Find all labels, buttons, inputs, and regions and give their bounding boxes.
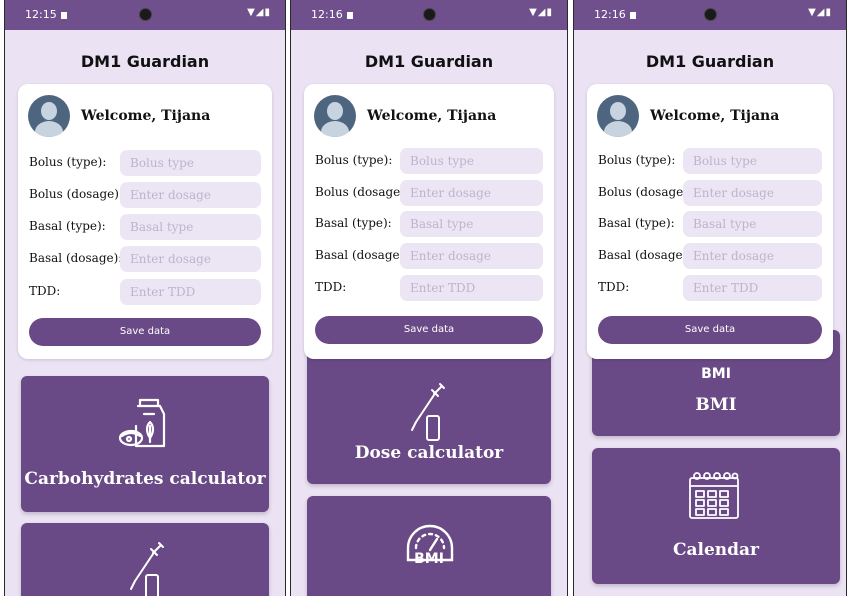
basal-dosage-row: Basal (dosage): Enter dosage xyxy=(29,246,261,272)
basal-dosage-input[interactable]: Enter dosage xyxy=(400,243,543,269)
syringe-icon xyxy=(130,542,164,596)
tdd-input[interactable]: Enter TDD xyxy=(120,279,261,305)
bmi-icon-text: BMI xyxy=(414,551,444,567)
field-label: TDD: xyxy=(598,280,630,294)
tile-label: Calendar xyxy=(672,540,760,560)
field-label: Bolus (dosage): xyxy=(598,185,692,199)
camera-icon xyxy=(423,8,436,21)
field-label: TDD: xyxy=(315,280,347,294)
profile-card: Welcome, Tijana Bolus (type): Bolus type… xyxy=(587,84,833,359)
welcome-text: Welcome, Tijana xyxy=(650,108,780,124)
avatar-icon xyxy=(28,95,70,137)
welcome-text: Welcome, Tijana xyxy=(81,108,211,124)
calendar-icon xyxy=(689,472,739,519)
profile-card: Welcome, Tijana Bolus (type): Bolus type… xyxy=(304,84,554,359)
status-bar: 12:16 ▼◢▮ xyxy=(291,0,567,30)
basal-dosage-row: Basal (dosage): Enter dosage xyxy=(315,243,543,269)
save-data-button[interactable]: Save data xyxy=(29,318,261,346)
status-bar: 12:16 ▼◢▮ xyxy=(574,0,846,30)
bolus-type-input[interactable]: Bolus type xyxy=(120,150,261,176)
status-bar: 12:15 ▼◢▮ xyxy=(5,0,285,30)
basal-dosage-row: Basal (dosage): Enter dosage xyxy=(598,243,822,269)
save-data-button[interactable]: Save data xyxy=(315,316,543,344)
tile-label: Carbohydrates calculator xyxy=(24,469,266,489)
syringe-icon xyxy=(411,383,445,441)
bolus-dosage-row: Bolus (dosage): Enter dosage xyxy=(598,180,822,206)
tdd-row: TDD: Enter TDD xyxy=(315,275,543,301)
app-title: DM1 Guardian xyxy=(364,52,494,71)
signal-battery-icon: ▼◢▮ xyxy=(529,7,553,18)
bolus-type-input[interactable]: Bolus type xyxy=(400,148,543,174)
field-label: Bolus (type): xyxy=(598,153,676,167)
phone-screen-2: 12:16 ▼◢▮ DM1 Guardian Dose calculator W… xyxy=(290,0,568,596)
basal-type-row: Basal (type): Basal type xyxy=(29,214,261,240)
tile-label: Dose calculator xyxy=(354,443,504,463)
bolus-dosage-input[interactable]: Enter dosage xyxy=(683,180,822,206)
bolus-type-input[interactable]: Bolus type xyxy=(683,148,822,174)
camera-icon xyxy=(704,8,717,21)
field-label: Basal (type): xyxy=(29,219,106,233)
app-title: DM1 Guardian xyxy=(645,52,775,71)
tdd-input[interactable]: Enter TDD xyxy=(683,275,822,301)
bmi-icon-text: BMI xyxy=(701,366,731,382)
bolus-type-row: Bolus (type): Bolus type xyxy=(315,148,543,174)
tdd-row: TDD: Enter TDD xyxy=(598,275,822,301)
welcome-text: Welcome, Tijana xyxy=(367,108,497,124)
tile-label: BMI xyxy=(695,395,737,415)
status-time: 12:15 xyxy=(25,8,67,21)
bmi-tile-partial[interactable]: BMI xyxy=(307,496,551,596)
status-time: 12:16 xyxy=(311,8,353,21)
basal-type-row: Basal (type): Basal type xyxy=(315,211,543,237)
field-label: Basal (dosage): xyxy=(315,248,409,262)
status-time: 12:16 xyxy=(594,8,636,21)
signal-battery-icon: ▼◢▮ xyxy=(808,7,832,18)
profile-card: Welcome, Tijana Bolus (type): Bolus type… xyxy=(18,84,272,359)
bolus-dosage-row: Bolus (dosage): Enter dosage xyxy=(29,182,261,208)
basal-type-row: Basal (type): Basal type xyxy=(598,211,822,237)
carbohydrates-calculator-tile[interactable]: Carbohydrates calculator xyxy=(21,376,269,512)
bolus-dosage-row: Bolus (dosage): Enter dosage xyxy=(315,180,543,206)
field-label: Bolus (dosage): xyxy=(315,185,409,199)
field-label: TDD: xyxy=(29,284,61,298)
basal-dosage-input[interactable]: Enter dosage xyxy=(683,243,822,269)
basal-type-input[interactable]: Basal type xyxy=(120,214,261,240)
bolus-dosage-input[interactable]: Enter dosage xyxy=(120,182,261,208)
signal-battery-icon: ▼◢▮ xyxy=(247,7,271,18)
phone-screen-3: 12:16 ▼◢▮ DM1 Guardian BMI BMI Welcome, … xyxy=(573,0,847,596)
field-label: Basal (dosage): xyxy=(29,251,123,265)
bolus-dosage-input[interactable]: Enter dosage xyxy=(400,180,543,206)
bolus-type-row: Bolus (type): Bolus type xyxy=(29,150,261,176)
avatar-icon xyxy=(314,95,356,137)
field-label: Bolus (dosage): xyxy=(29,187,123,201)
basal-type-input[interactable]: Basal type xyxy=(400,211,543,237)
dose-calculator-tile-partial[interactable] xyxy=(21,523,269,596)
food-bag-icon xyxy=(118,398,166,448)
bolus-type-row: Bolus (type): Bolus type xyxy=(598,148,822,174)
field-label: Bolus (type): xyxy=(29,155,107,169)
basal-dosage-input[interactable]: Enter dosage xyxy=(120,246,261,272)
save-data-button[interactable]: Save data xyxy=(598,316,822,344)
dose-calculator-tile[interactable]: Dose calculator xyxy=(307,340,551,484)
field-label: Basal (dosage): xyxy=(598,248,692,262)
field-label: Basal (type): xyxy=(315,216,392,230)
camera-icon xyxy=(139,8,152,21)
basal-type-input[interactable]: Basal type xyxy=(683,211,822,237)
app-title: DM1 Guardian xyxy=(80,52,210,71)
field-label: Basal (type): xyxy=(598,216,675,230)
tdd-input[interactable]: Enter TDD xyxy=(400,275,543,301)
tdd-row: TDD: Enter TDD xyxy=(29,279,261,305)
avatar-icon xyxy=(597,95,639,137)
calendar-tile[interactable]: Calendar xyxy=(592,448,840,584)
field-label: Bolus (type): xyxy=(315,153,393,167)
phone-screen-1: 12:15 ▼◢▮ DM1 Guardian Welcome, Tijana B… xyxy=(4,0,286,596)
